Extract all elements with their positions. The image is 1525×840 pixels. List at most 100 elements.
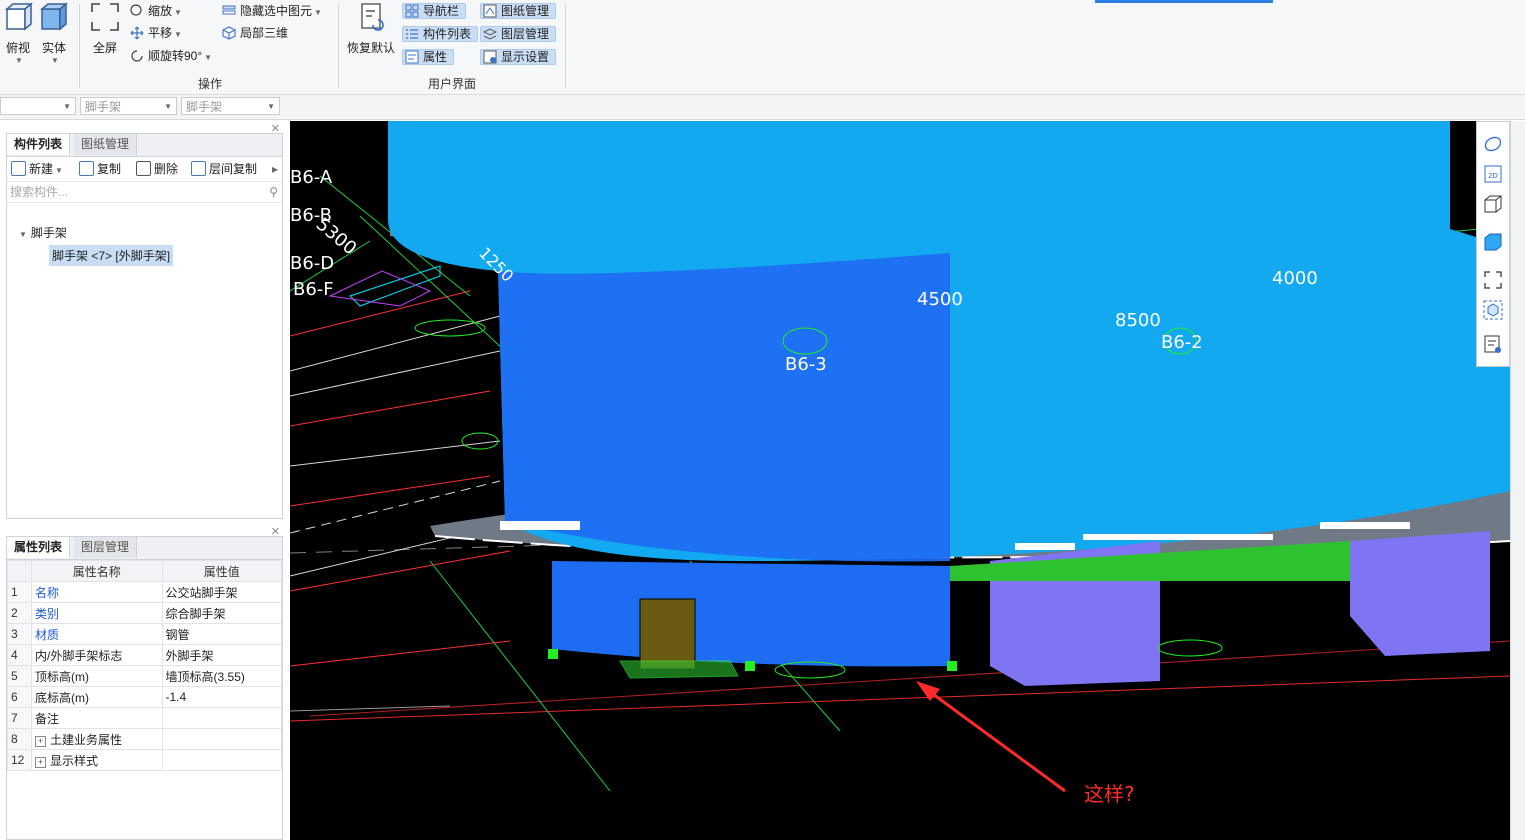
drawing-mgmt-button[interactable]: 图纸管理 bbox=[480, 1, 557, 21]
new-label: 新建 bbox=[29, 162, 54, 176]
nav-bar-label: 导航栏 bbox=[423, 4, 460, 18]
table-row[interactable]: 3 材质 钢管 bbox=[7, 623, 283, 645]
rotate-button[interactable]: 顺旋转90° ▼ bbox=[130, 46, 212, 66]
pan-button[interactable]: 平移 ▼ bbox=[130, 23, 182, 43]
layer-mgmt-button[interactable]: 图层管理 bbox=[480, 24, 557, 44]
table-row[interactable]: 4 内/外脚手架标志 外脚手架 bbox=[7, 644, 283, 666]
white-ledge bbox=[1015, 543, 1075, 550]
grip-handle[interactable] bbox=[947, 661, 957, 671]
row-number: 6 bbox=[7, 686, 32, 708]
copy-button[interactable]: 复制 bbox=[79, 160, 121, 178]
prop-value[interactable] bbox=[161, 707, 283, 729]
restore-default-button[interactable]: 恢复默认 bbox=[346, 2, 396, 56]
row-number: 5 bbox=[7, 665, 32, 687]
table-row[interactable]: 5 顶标高(m) 墙顶标高(3.55) bbox=[7, 665, 283, 687]
white-ledge bbox=[500, 521, 580, 530]
new-button[interactable]: 新建 ▼ bbox=[11, 160, 63, 178]
grip-handle[interactable] bbox=[745, 661, 755, 671]
nav-bar-button[interactable]: 导航栏 bbox=[402, 1, 467, 21]
table-row[interactable]: 2 类别 综合脚手架 bbox=[7, 602, 283, 624]
component-search-input[interactable]: 搜索构件... ⚲ bbox=[7, 182, 282, 203]
group-label-operations: 操作 bbox=[198, 77, 223, 91]
col-header-value: 属性值 bbox=[161, 560, 283, 582]
expand-plus-icon[interactable]: + bbox=[35, 756, 46, 768]
search-icon[interactable]: ⚲ bbox=[269, 182, 278, 202]
table-row[interactable]: 12 + 显示样式 bbox=[7, 749, 283, 771]
table-row[interactable]: 8 + 土建业务属性 bbox=[7, 728, 283, 750]
component-list-button[interactable]: 构件列表 bbox=[402, 24, 479, 44]
top-view-button[interactable]: 俯视 ▼ bbox=[4, 2, 34, 65]
tab-property-list[interactable]: 属性列表 bbox=[7, 537, 71, 558]
prop-value[interactable]: -1.4 bbox=[161, 686, 283, 708]
tab-component-list[interactable]: 构件列表 bbox=[7, 134, 71, 155]
2d-view-icon[interactable]: 2D bbox=[1483, 164, 1503, 184]
prop-name: 底标高(m) bbox=[31, 686, 163, 708]
row-number: 4 bbox=[7, 644, 32, 666]
prop-value bbox=[161, 728, 283, 750]
3d-box-icon[interactable] bbox=[1483, 194, 1503, 214]
prop-name: 内/外脚手架标志 bbox=[31, 644, 163, 666]
tab-drawing-mgmt[interactable]: 图纸管理 bbox=[74, 134, 138, 155]
green-base-pad bbox=[619, 660, 739, 679]
expand-plus-icon[interactable]: + bbox=[35, 735, 46, 747]
local-3d-button[interactable]: 局部三维 bbox=[222, 23, 288, 43]
display-settings-icon[interactable] bbox=[1483, 334, 1503, 354]
restore-icon bbox=[361, 3, 384, 31]
prop-value[interactable]: 外脚手架 bbox=[161, 644, 283, 666]
zoom-button[interactable]: 缩放 ▼ bbox=[130, 1, 182, 21]
prop-value[interactable]: 公交站脚手架 bbox=[161, 581, 283, 603]
tree-node-scaffold[interactable]: ▼ 脚手架 bbox=[19, 224, 67, 241]
solid-box-icon[interactable] bbox=[1483, 232, 1503, 252]
prop-value[interactable]: 墙顶标高(3.55) bbox=[161, 665, 283, 687]
svg-text:2D: 2D bbox=[1488, 172, 1498, 180]
display-settings-button[interactable]: 显示设置 bbox=[480, 47, 557, 67]
axis-label-b6a: B6-A bbox=[290, 167, 333, 188]
component-combo-value: 脚手架 bbox=[186, 100, 223, 114]
3d-viewport[interactable]: B6-A B6-B B6-D B6-F B6-3 B6-2 5300 1250 … bbox=[290, 121, 1510, 840]
expand-caret-icon[interactable]: ▼ bbox=[19, 230, 27, 239]
tab-layer-mgmt[interactable]: 图层管理 bbox=[74, 537, 138, 558]
component-combo[interactable]: 脚手架 ▼ bbox=[181, 97, 280, 115]
local-3d-icon[interactable] bbox=[1483, 300, 1503, 320]
category-combo[interactable]: 脚手架 ▼ bbox=[80, 97, 177, 115]
row-number: 12 bbox=[7, 749, 32, 771]
more-icon[interactable]: ▸ bbox=[272, 160, 278, 178]
pan-icon bbox=[130, 26, 144, 40]
prop-name: 土建业务属性 bbox=[50, 732, 123, 747]
fullscreen-icon bbox=[91, 3, 119, 31]
properties-button[interactable]: 属性 bbox=[402, 47, 455, 67]
component-list-label: 构件列表 bbox=[423, 27, 472, 41]
floor-combo[interactable]: ▼ bbox=[0, 97, 76, 115]
floor-copy-button[interactable]: 层间复制 bbox=[191, 160, 257, 178]
view-navigation-panel: 2D bbox=[1476, 121, 1510, 367]
hide-selected-button[interactable]: 隐藏选中图元 ▼ bbox=[222, 1, 322, 21]
fit-view-icon[interactable] bbox=[1483, 270, 1503, 290]
floor-copy-label: 层间复制 bbox=[209, 162, 258, 176]
group-label-user-interface: 用户界面 bbox=[428, 77, 477, 91]
display-settings-label: 显示设置 bbox=[501, 50, 550, 64]
prop-value[interactable]: 钢管 bbox=[161, 623, 283, 645]
copy-label: 复制 bbox=[97, 162, 122, 176]
col-header-name: 属性名称 bbox=[31, 560, 163, 582]
magenta-outline bbox=[328, 270, 432, 307]
top-blue-strip bbox=[1095, 0, 1273, 3]
local-3d-label: 局部三维 bbox=[240, 26, 289, 40]
row-number: 8 bbox=[7, 728, 32, 750]
tree-item-scaffold-7[interactable]: 脚手架 <7> [外脚手架] bbox=[49, 245, 174, 266]
table-row[interactable]: 7 备注 bbox=[7, 707, 283, 729]
top-view-label: 俯视 bbox=[5, 41, 30, 55]
grip-handle[interactable] bbox=[548, 649, 558, 659]
table-row[interactable]: 6 底标高(m) -1.4 bbox=[7, 686, 283, 708]
viewport-scene: B6-A B6-B B6-D B6-F B6-3 B6-2 5300 1250 … bbox=[290, 121, 1510, 793]
annotation-text: 这样? bbox=[1084, 782, 1135, 806]
solid-view-button[interactable]: 实体 ▼ bbox=[38, 2, 70, 65]
delete-button[interactable]: 删除 bbox=[136, 160, 178, 178]
prop-value[interactable]: 综合脚手架 bbox=[161, 602, 283, 624]
zoom-label: 缩放 bbox=[148, 4, 173, 18]
row-number: 2 bbox=[7, 602, 32, 624]
fullscreen-label: 全屏 bbox=[92, 41, 117, 55]
scaffold-face bbox=[498, 253, 950, 562]
orbit-icon[interactable] bbox=[1483, 134, 1503, 154]
table-row[interactable]: 1 名称 公交站脚手架 bbox=[7, 581, 283, 603]
fullscreen-button[interactable]: 全屏 bbox=[88, 2, 122, 56]
